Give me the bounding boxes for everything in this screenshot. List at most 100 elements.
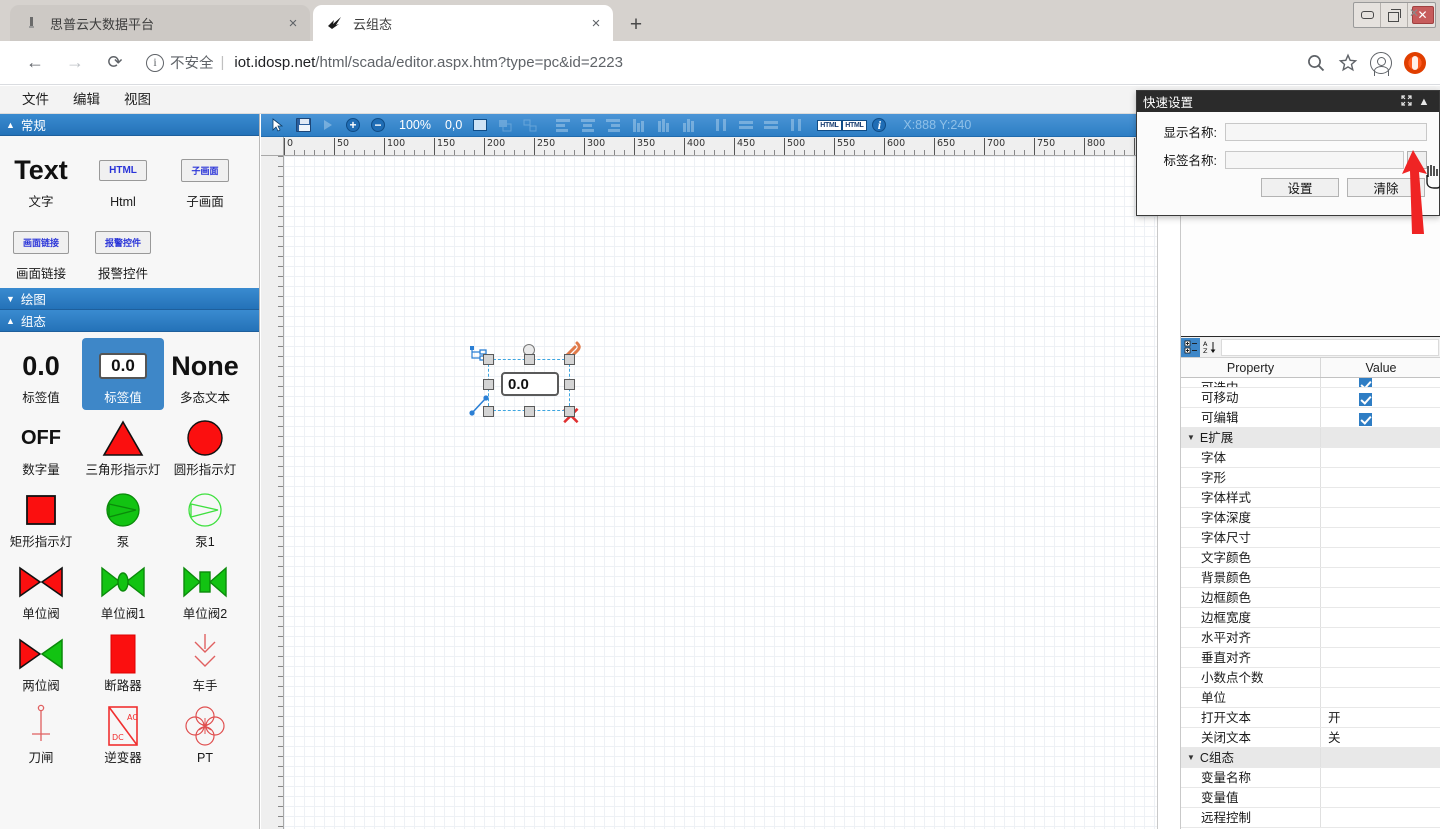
property-value[interactable]	[1321, 688, 1440, 707]
property-row[interactable]: 单位	[1181, 688, 1440, 708]
property-value[interactable]	[1321, 568, 1440, 587]
categorize-icon[interactable]	[1181, 338, 1200, 357]
property-row[interactable]: 水平对齐	[1181, 628, 1440, 648]
same-height-button[interactable]	[760, 116, 782, 135]
resize-handle-nw[interactable]	[483, 354, 494, 365]
zoom-in-button[interactable]: +	[342, 116, 364, 135]
collapse-icon[interactable]	[1397, 95, 1415, 109]
zoom-out-button[interactable]: −	[367, 116, 389, 135]
palette-item-valve1[interactable]: 单位阀1	[82, 554, 164, 626]
palette-item-circle-lamp[interactable]: 圆形指示灯	[164, 410, 246, 482]
property-row[interactable]: 打开文本开	[1181, 708, 1440, 728]
distribute-v-button[interactable]	[785, 116, 807, 135]
palette-item-handcart[interactable]: 车手	[164, 626, 246, 698]
quick-settings-title-bar[interactable]: 快速设置 ▲	[1137, 91, 1439, 112]
browser-tab-1-close-icon[interactable]: ×	[284, 14, 302, 32]
palette-item-pt[interactable]: PT	[164, 698, 246, 770]
resize-handle-s[interactable]	[524, 406, 535, 417]
property-row[interactable]: 字体深度	[1181, 508, 1440, 528]
palette-item-text[interactable]: Text 文字	[0, 142, 82, 214]
property-value[interactable]	[1321, 378, 1440, 387]
site-info-icon[interactable]: i	[146, 54, 164, 72]
align-left-button[interactable]	[552, 116, 574, 135]
property-value[interactable]	[1321, 448, 1440, 467]
url-omnibox[interactable]: i 不安全 | iot.idosp.net /html/scada/editor…	[146, 48, 1286, 78]
align-right-button[interactable]	[602, 116, 624, 135]
property-value[interactable]	[1321, 608, 1440, 627]
reload-button[interactable]: ⟳	[98, 46, 132, 80]
property-value[interactable]	[1321, 648, 1440, 667]
property-value[interactable]	[1321, 468, 1440, 487]
property-value[interactable]	[1321, 748, 1440, 767]
property-row[interactable]: 远程控制	[1181, 808, 1440, 828]
palette-item-breaker[interactable]: 断路器	[82, 626, 164, 698]
align-middle-v-button[interactable]	[652, 116, 674, 135]
browser-tab-1[interactable]: 思普云大数据平台 ×	[10, 5, 310, 41]
property-search-input[interactable]	[1221, 339, 1439, 356]
palette-item-knife-switch[interactable]: 刀闸	[0, 698, 82, 770]
browser-tab-2-close-icon[interactable]: ×	[587, 14, 605, 32]
property-row[interactable]: 可移动	[1181, 388, 1440, 408]
palette-item-multistate-text[interactable]: None 多态文本	[164, 338, 246, 410]
profile-avatar[interactable]	[1370, 52, 1392, 74]
property-value[interactable]	[1321, 428, 1440, 447]
palette-section-scada[interactable]: ▲ 组态	[0, 310, 259, 332]
palette-item-subscreen[interactable]: 子画面 子画面	[164, 142, 246, 214]
property-value[interactable]	[1321, 668, 1440, 687]
window-close-button[interactable]: ✕ ✕	[1408, 3, 1435, 27]
property-value[interactable]	[1321, 808, 1440, 827]
checkbox-checked-icon[interactable]	[1359, 378, 1372, 388]
palette-item-two-position-valve[interactable]: 两位阀	[0, 626, 82, 698]
align-top-button[interactable]	[627, 116, 649, 135]
forward-button[interactable]: →	[58, 46, 92, 80]
window-restore-button[interactable]	[1381, 3, 1408, 27]
ungroup-button[interactable]	[519, 116, 541, 135]
apply-button[interactable]: 设置	[1261, 178, 1339, 197]
extension-icon[interactable]	[1404, 52, 1426, 74]
html-export-button[interactable]: HTML	[843, 116, 865, 135]
checkbox-checked-icon[interactable]	[1359, 413, 1372, 426]
property-value[interactable]: 开	[1321, 708, 1440, 727]
property-value[interactable]: 关	[1321, 728, 1440, 747]
property-row[interactable]: 小数点个数	[1181, 668, 1440, 688]
chevron-down-icon[interactable]: ▼	[1187, 748, 1195, 767]
property-row[interactable]: 字体尺寸	[1181, 528, 1440, 548]
tag-name-input[interactable]	[1225, 151, 1404, 169]
screen-size-button[interactable]	[469, 116, 491, 135]
palette-item-alarm-widget[interactable]: 报警控件 报警控件	[82, 214, 164, 286]
property-row[interactable]: 字形	[1181, 468, 1440, 488]
distribute-h-button[interactable]	[710, 116, 732, 135]
menu-view[interactable]: 视图	[112, 86, 163, 114]
save-button[interactable]	[292, 116, 314, 135]
palette-item-pump[interactable]: 泵	[82, 482, 164, 554]
palette-item-rect-lamp[interactable]: 矩形指示灯	[0, 482, 82, 554]
window-minimize-button[interactable]	[1354, 3, 1381, 27]
info-button[interactable]: i	[868, 116, 890, 135]
property-row[interactable]: 垂直对齐	[1181, 648, 1440, 668]
property-value[interactable]	[1321, 768, 1440, 787]
property-row[interactable]: 关闭文本关	[1181, 728, 1440, 748]
resize-handle-sw[interactable]	[483, 406, 494, 417]
property-value[interactable]	[1321, 528, 1440, 547]
palette-section-general[interactable]: ▲ 常规	[0, 114, 259, 136]
align-center-h-button[interactable]	[577, 116, 599, 135]
property-value[interactable]	[1321, 588, 1440, 607]
group-button[interactable]	[494, 116, 516, 135]
pointer-tool-icon[interactable]	[267, 116, 289, 135]
resize-handle-n[interactable]	[524, 354, 535, 365]
property-row[interactable]: 字体样式	[1181, 488, 1440, 508]
browser-tab-2[interactable]: 云组态 ×	[313, 5, 613, 41]
display-name-input[interactable]	[1225, 123, 1427, 141]
property-value[interactable]	[1321, 488, 1440, 507]
palette-section-drawing[interactable]: ▼ 绘图	[0, 288, 259, 310]
resize-handle-ne[interactable]	[564, 354, 575, 365]
menu-file[interactable]: 文件	[10, 86, 61, 114]
palette-item-tag-value[interactable]: 0.0 标签值	[0, 338, 82, 410]
palette-item-valve[interactable]: 单位阀	[0, 554, 82, 626]
design-canvas[interactable]: ✕ 0.0	[284, 156, 1180, 829]
same-width-button[interactable]	[735, 116, 757, 135]
property-value[interactable]	[1321, 788, 1440, 807]
property-row[interactable]: 变量名称	[1181, 768, 1440, 788]
palette-item-html[interactable]: HTML Html	[82, 142, 164, 214]
align-bottom-button[interactable]	[677, 116, 699, 135]
